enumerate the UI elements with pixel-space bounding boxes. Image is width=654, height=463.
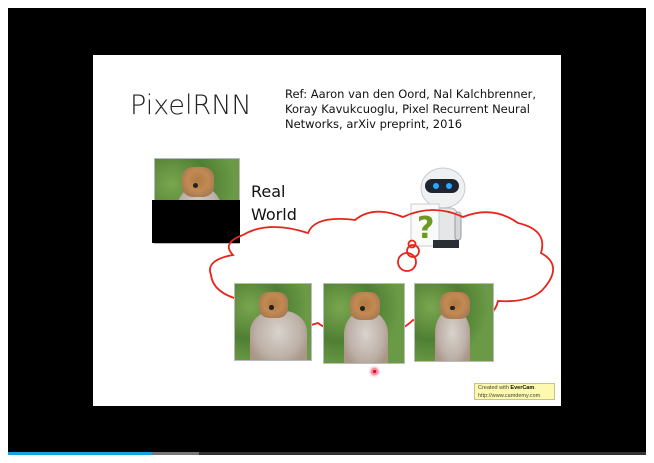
generated-image-3 [414, 283, 494, 362]
progress-bar[interactable] [8, 452, 646, 455]
slide: PixelRNN Ref: Aaron van den Oord, Nal Ka… [93, 55, 561, 406]
played-progress [8, 452, 153, 455]
generated-image-1 [234, 283, 312, 361]
watermark-url: http://www.camdemy.com [478, 392, 541, 399]
mouse-cursor-indicator [371, 368, 378, 375]
evercam-watermark: Created with EverCam. http://www.camdemy… [474, 383, 555, 400]
watermark-prefix: Created with [478, 385, 511, 391]
watermark-suffix: . [534, 385, 536, 391]
watermark-brand: EverCam [510, 385, 535, 391]
generated-image-2 [323, 283, 405, 364]
